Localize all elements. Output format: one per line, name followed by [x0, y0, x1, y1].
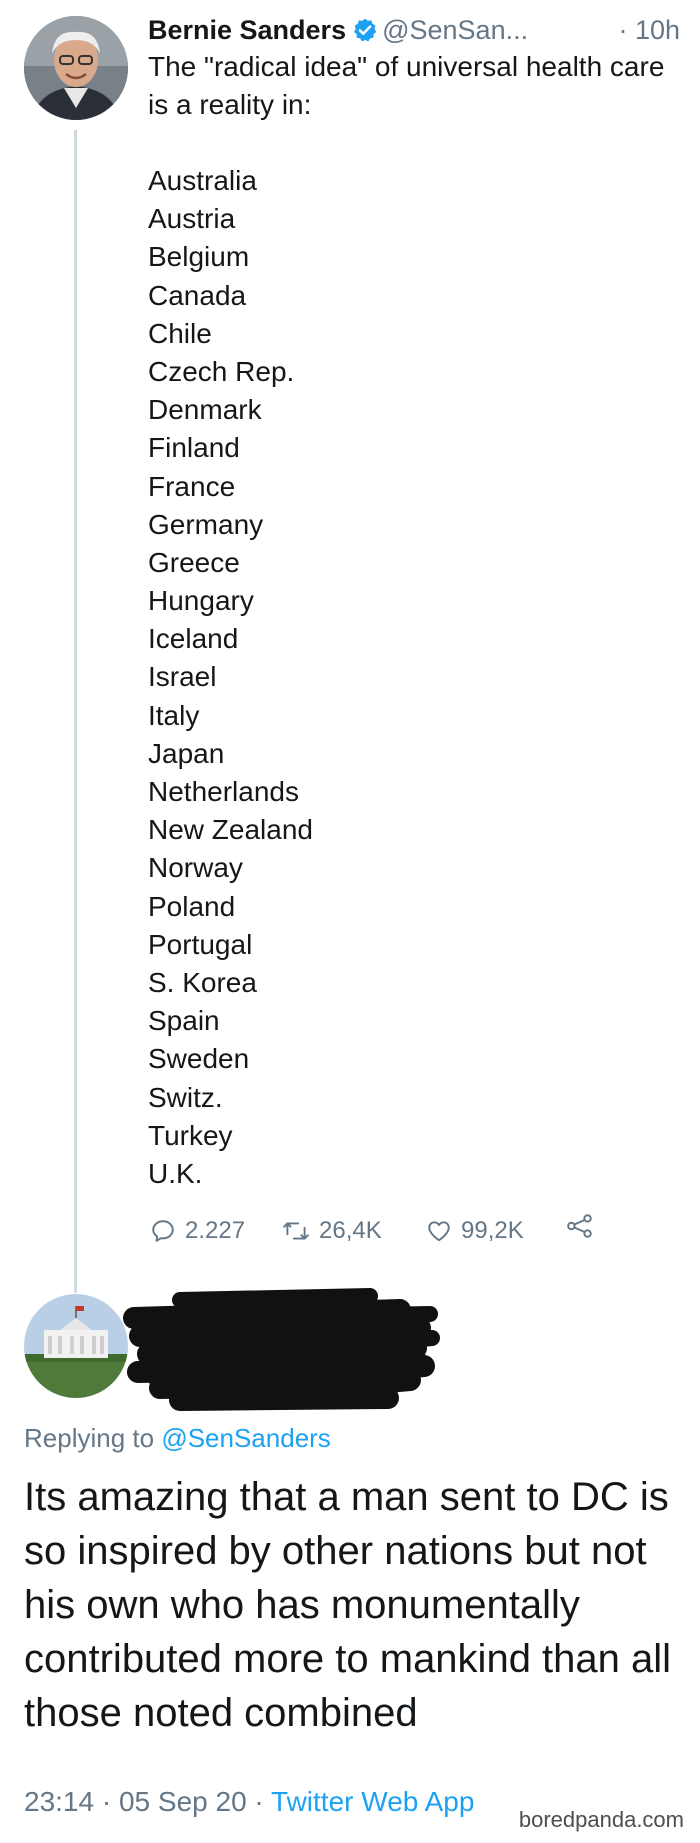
country-list: Australia Austria Belgium Canada Chile Czech … [148, 162, 548, 1193]
tweet-time[interactable]: · 10h [618, 12, 680, 48]
verified-badge-icon [352, 16, 378, 52]
country-item: Spain [148, 1005, 220, 1037]
country-item: Belgium [148, 241, 250, 273]
country-item: Turkey [148, 1119, 233, 1151]
reply-button[interactable]: 2.227 [150, 1213, 245, 1249]
country-item: Czech Rep. [148, 355, 295, 387]
country-item: Japan [148, 737, 225, 769]
reply-date[interactable]: 05 Sep 20 [119, 1786, 247, 1817]
replying-to-mention[interactable]: @SenSanders [161, 1423, 331, 1453]
watermark: boredpanda.com [518, 1807, 684, 1832]
country-item: Italy [148, 699, 200, 731]
meta-separator-2: · [254, 1786, 264, 1817]
country-item: Australia [148, 165, 257, 196]
author-avatar[interactable] [24, 16, 128, 120]
country-item: Austria [148, 203, 236, 235]
reply-icon [152, 1220, 174, 1242]
country-item: New Zealand [148, 814, 313, 846]
tweet-header: Bernie Sanders @SenSan... · 10h [148, 12, 688, 48]
country-item: Denmark [148, 394, 262, 426]
like-count: 99,2K [461, 1217, 524, 1244]
replying-to-label: Replying to [24, 1423, 155, 1453]
country-item: Switz. [148, 1081, 223, 1113]
country-item: Greece [148, 546, 240, 578]
country-item: Norway [148, 852, 243, 884]
country-item: Netherlands [148, 776, 299, 807]
country-item: Canada [148, 279, 247, 311]
reply-count: 2.227 [185, 1217, 246, 1244]
country-item: Portugal [148, 928, 253, 960]
retweet-icon [283, 1222, 309, 1240]
retweet-count: 26,4K [319, 1217, 382, 1244]
author-name[interactable]: Bernie Sanders [148, 15, 346, 45]
country-item: France [148, 470, 236, 502]
share-icon [567, 1214, 592, 1238]
tweet-text: The "radical idea" of universal health c… [148, 51, 665, 120]
replying-to-line: Replying to @SenSanders [24, 1420, 331, 1456]
meta-separator-1: · [101, 1786, 112, 1817]
reply-author-avatar[interactable] [24, 1294, 128, 1398]
country-item: Hungary [148, 585, 254, 617]
country-item: S. Korea [148, 966, 257, 998]
country-item: U.K. [148, 1157, 203, 1189]
like-icon [428, 1221, 450, 1242]
reply-time[interactable]: 23:14 [24, 1786, 94, 1817]
country-item: Finland [148, 432, 240, 464]
share-button[interactable] [566, 1213, 603, 1239]
country-item: Israel [148, 661, 217, 693]
country-item: Chile [148, 317, 212, 349]
tweet-actions: 2.227 26,4K 99,2K [150, 1213, 610, 1249]
country-item: Sweden [148, 1043, 250, 1075]
retweet-button[interactable]: 26,4K [282, 1213, 382, 1249]
redaction-scribble [123, 1288, 440, 1411]
author-handle[interactable]: @SenSan... [382, 15, 528, 45]
reply-meta: 23:14 · 05 Sep 20 · Twitter Web App [24, 1784, 474, 1820]
country-item: Iceland [148, 623, 239, 655]
reply-text: Its amazing that a man sent to DC is so … [24, 1475, 672, 1735]
country-item: Germany [148, 508, 264, 540]
reply-source[interactable]: Twitter Web App [271, 1786, 474, 1817]
white-house-photo-icon [24, 1294, 128, 1398]
thread-connector-line [74, 130, 77, 1293]
like-button[interactable]: 99,2K [426, 1213, 524, 1249]
portrait-photo-icon [24, 16, 128, 120]
country-item: Poland [148, 890, 236, 922]
